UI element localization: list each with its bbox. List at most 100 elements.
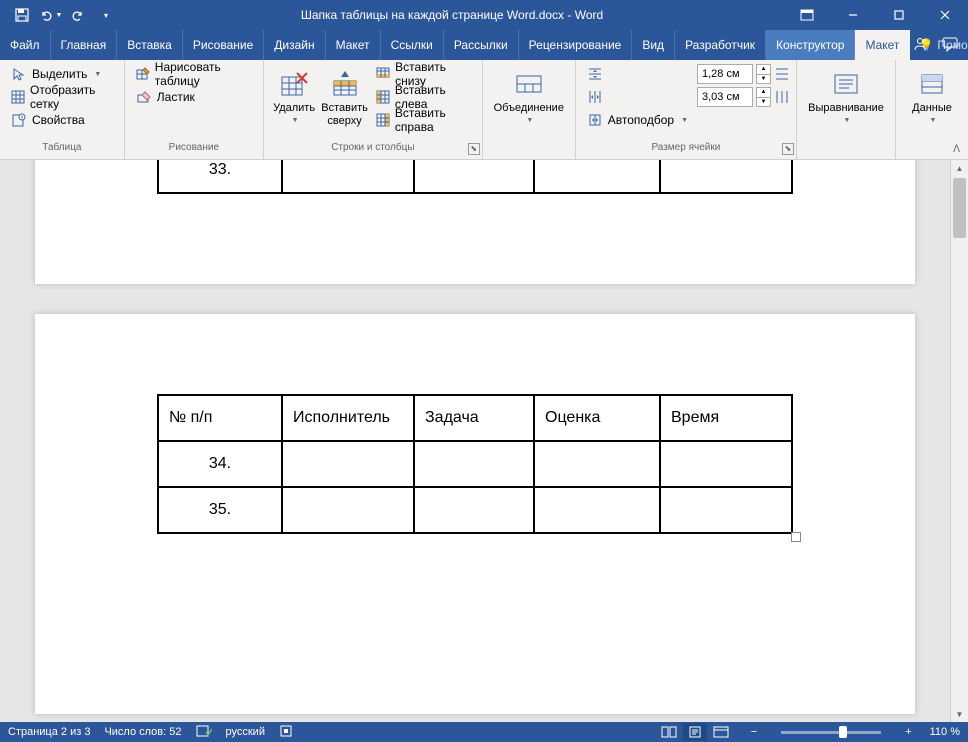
- row-number[interactable]: 33.: [158, 160, 282, 193]
- comments-icon[interactable]: [942, 36, 960, 55]
- insert-left-button[interactable]: Вставить слева: [371, 86, 476, 108]
- minimize-button[interactable]: [830, 0, 876, 30]
- row-number[interactable]: 35.: [158, 487, 282, 533]
- tab-table-design[interactable]: Конструктор: [766, 30, 855, 60]
- undo-icon: [38, 7, 54, 23]
- distribute-rows-button[interactable]: [582, 63, 693, 85]
- data-label: Данные: [912, 102, 952, 115]
- autofit-button[interactable]: Автоподбор ▼: [582, 109, 693, 131]
- macro-indicator[interactable]: [279, 724, 293, 741]
- insert-above-label: Вставить сверху: [321, 102, 368, 128]
- select-button[interactable]: Выделить ▼: [6, 63, 118, 85]
- redo-button[interactable]: [64, 0, 92, 30]
- header-number[interactable]: № п/п: [158, 395, 282, 441]
- scroll-thumb[interactable]: [953, 178, 966, 238]
- table-row: 34.: [158, 441, 792, 487]
- autofit-icon: [587, 112, 603, 128]
- insert-above-icon: [329, 68, 361, 100]
- ribbon-display-options[interactable]: [784, 0, 830, 30]
- row-number[interactable]: 34.: [158, 441, 282, 487]
- redo-icon: [70, 7, 86, 23]
- autofit-label: Автоподбор: [608, 113, 674, 127]
- distribute-cols-icon-2[interactable]: [774, 89, 790, 105]
- draw-table-label: Нарисовать таблицу: [155, 60, 252, 88]
- scroll-down-button[interactable]: ▼: [951, 706, 968, 722]
- properties-button[interactable]: Свойства: [6, 109, 118, 131]
- tab-layout[interactable]: Макет: [326, 30, 381, 60]
- window-controls: [784, 0, 968, 30]
- insert-right-label: Вставить справа: [395, 106, 471, 134]
- header-time[interactable]: Время: [660, 395, 792, 441]
- eraser-label: Ластик: [157, 90, 195, 104]
- rowscols-dialog-launcher[interactable]: ⬊: [468, 143, 480, 155]
- eraser-button[interactable]: Ластик: [131, 86, 257, 108]
- table-resize-handle[interactable]: [791, 532, 801, 542]
- word-count[interactable]: Число слов: 52: [104, 726, 181, 738]
- view-buttons: [657, 723, 733, 741]
- distribute-rows-icon-2[interactable]: [774, 66, 790, 82]
- collapse-ribbon-button[interactable]: ᐱ: [949, 142, 964, 157]
- draw-table-button[interactable]: Нарисовать таблицу: [131, 63, 257, 85]
- save-button[interactable]: [8, 0, 36, 30]
- delete-button[interactable]: Удалить ▼: [270, 63, 318, 131]
- tab-draw[interactable]: Рисование: [183, 30, 264, 60]
- group-draw-label: Рисование: [125, 142, 263, 159]
- tab-review[interactable]: Рецензирование: [519, 30, 633, 60]
- document-table-page1[interactable]: 33.: [157, 160, 793, 194]
- insert-below-icon: [376, 66, 390, 82]
- zoom-thumb[interactable]: [839, 726, 847, 738]
- share-icon[interactable]: [912, 36, 928, 55]
- alignment-button[interactable]: Выравнивание ▼: [803, 63, 889, 131]
- qat-customize[interactable]: ▾: [92, 0, 120, 30]
- zoom-slider[interactable]: [781, 731, 881, 734]
- header-task[interactable]: Задача: [414, 395, 534, 441]
- zoom-in-button[interactable]: +: [901, 726, 915, 738]
- spellcheck-icon[interactable]: [196, 724, 212, 741]
- language-indicator[interactable]: русский: [226, 726, 265, 738]
- tab-home[interactable]: Главная: [51, 30, 118, 60]
- insert-above-button[interactable]: Вставить сверху: [318, 63, 371, 133]
- distribute-cols-button[interactable]: [582, 86, 693, 108]
- row-height-spinner[interactable]: ▲▼: [756, 64, 771, 84]
- header-estimate[interactable]: Оценка: [534, 395, 660, 441]
- close-button[interactable]: [922, 0, 968, 30]
- draw-table-icon: [136, 66, 150, 82]
- merge-icon: [513, 68, 545, 100]
- tab-references[interactable]: Ссылки: [381, 30, 444, 60]
- page-indicator[interactable]: Страница 2 из 3: [8, 726, 90, 738]
- header-performer[interactable]: Исполнитель: [282, 395, 414, 441]
- cellsize-dialog-launcher[interactable]: ⬊: [782, 143, 794, 155]
- page-1: 33.: [35, 160, 915, 284]
- tab-mailings[interactable]: Рассылки: [444, 30, 519, 60]
- tab-design[interactable]: Дизайн: [264, 30, 325, 60]
- save-icon: [14, 7, 30, 23]
- row-height-input[interactable]: [697, 64, 753, 84]
- tab-developer[interactable]: Разработчик: [675, 30, 766, 60]
- tab-table-layout[interactable]: Макет: [855, 30, 910, 60]
- read-mode-button[interactable]: [657, 723, 681, 741]
- web-layout-button[interactable]: [709, 723, 733, 741]
- view-gridlines-button[interactable]: Отобразить сетку: [6, 86, 118, 108]
- insert-right-button[interactable]: Вставить справа: [371, 109, 476, 131]
- merge-button[interactable]: Объединение ▼: [489, 63, 569, 131]
- document-table-page2[interactable]: № п/п Исполнитель Задача Оценка Время 34…: [157, 394, 793, 534]
- col-width-input[interactable]: [697, 87, 753, 107]
- undo-button[interactable]: ▼: [36, 0, 64, 30]
- maximize-button[interactable]: [876, 0, 922, 30]
- table-row: 33.: [158, 160, 792, 193]
- print-layout-button[interactable]: [683, 723, 707, 741]
- col-width-spinner[interactable]: ▲▼: [756, 87, 771, 107]
- document-scroll[interactable]: 33. № п/п Исполнитель Задача Оценка Врем…: [0, 160, 950, 722]
- insert-below-button[interactable]: Вставить снизу: [371, 63, 476, 85]
- zoom-out-button[interactable]: −: [747, 726, 761, 738]
- vertical-scrollbar[interactable]: ▲ ▼: [950, 160, 968, 722]
- scroll-up-button[interactable]: ▲: [951, 160, 968, 176]
- tab-file[interactable]: Файл: [0, 30, 51, 60]
- data-button[interactable]: Данные ▼: [902, 63, 962, 131]
- tab-view[interactable]: Вид: [632, 30, 675, 60]
- group-draw: Нарисовать таблицу Ластик Рисование: [125, 60, 264, 159]
- table-row: 35.: [158, 487, 792, 533]
- zoom-level[interactable]: 110 %: [930, 726, 960, 738]
- merge-label: Объединение: [494, 102, 564, 115]
- tab-insert[interactable]: Вставка: [117, 30, 183, 60]
